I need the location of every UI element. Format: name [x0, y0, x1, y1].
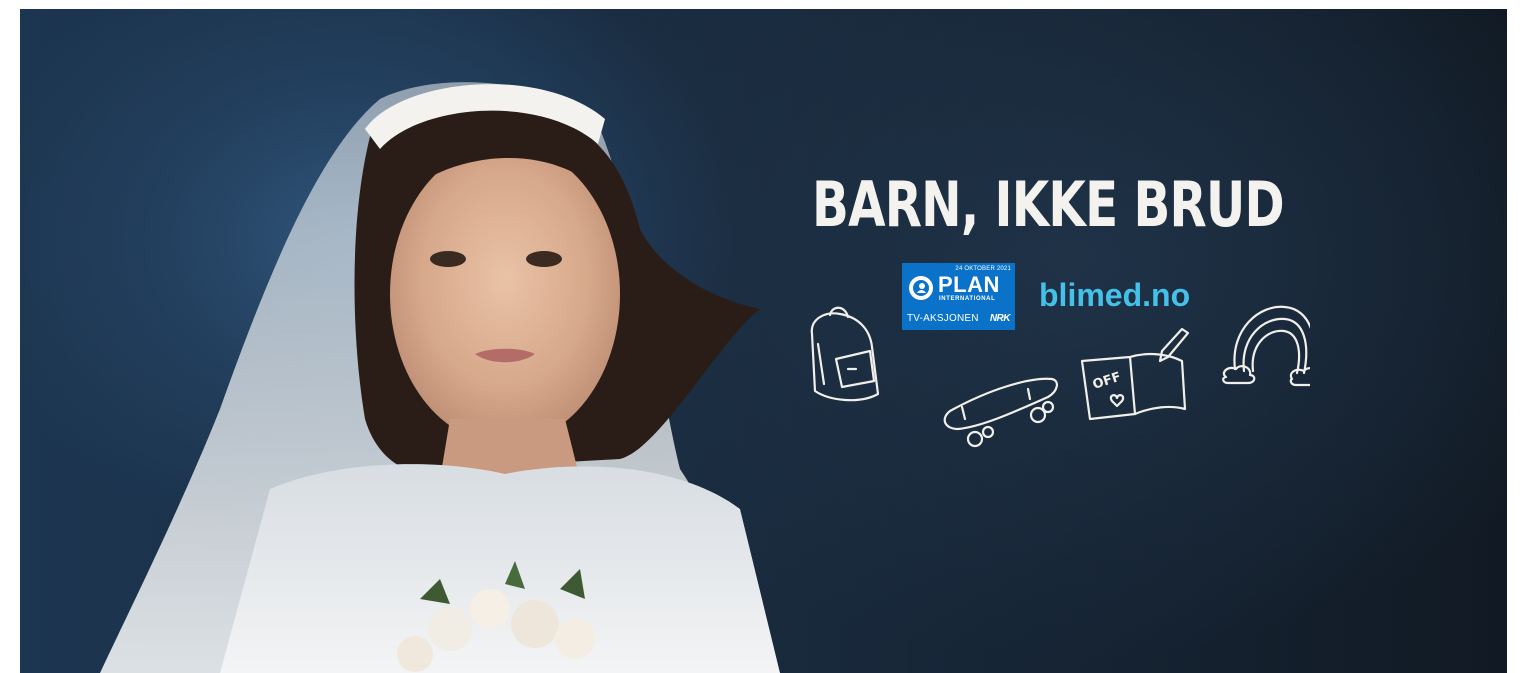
- backpack-icon: [810, 306, 880, 402]
- rainbow-icon: [1222, 305, 1310, 387]
- notebook-text: OFF: [1091, 370, 1123, 393]
- notebook-icon: OFF: [1080, 327, 1190, 421]
- campaign-headline: BARN, IKKE BRUD: [812, 168, 1285, 241]
- skateboard-icon: [943, 377, 1058, 448]
- dress-shape: [220, 464, 780, 673]
- doodle-illustrations: OFF: [810, 305, 1310, 448]
- campaign-banner: BARN, IKKE BRUD 24 OKTOBER 2021 PLAN INT…: [20, 9, 1507, 673]
- page-frame: BARN, IKKE BRUD 24 OKTOBER 2021 PLAN INT…: [0, 0, 1524, 673]
- face-shape: [390, 144, 620, 444]
